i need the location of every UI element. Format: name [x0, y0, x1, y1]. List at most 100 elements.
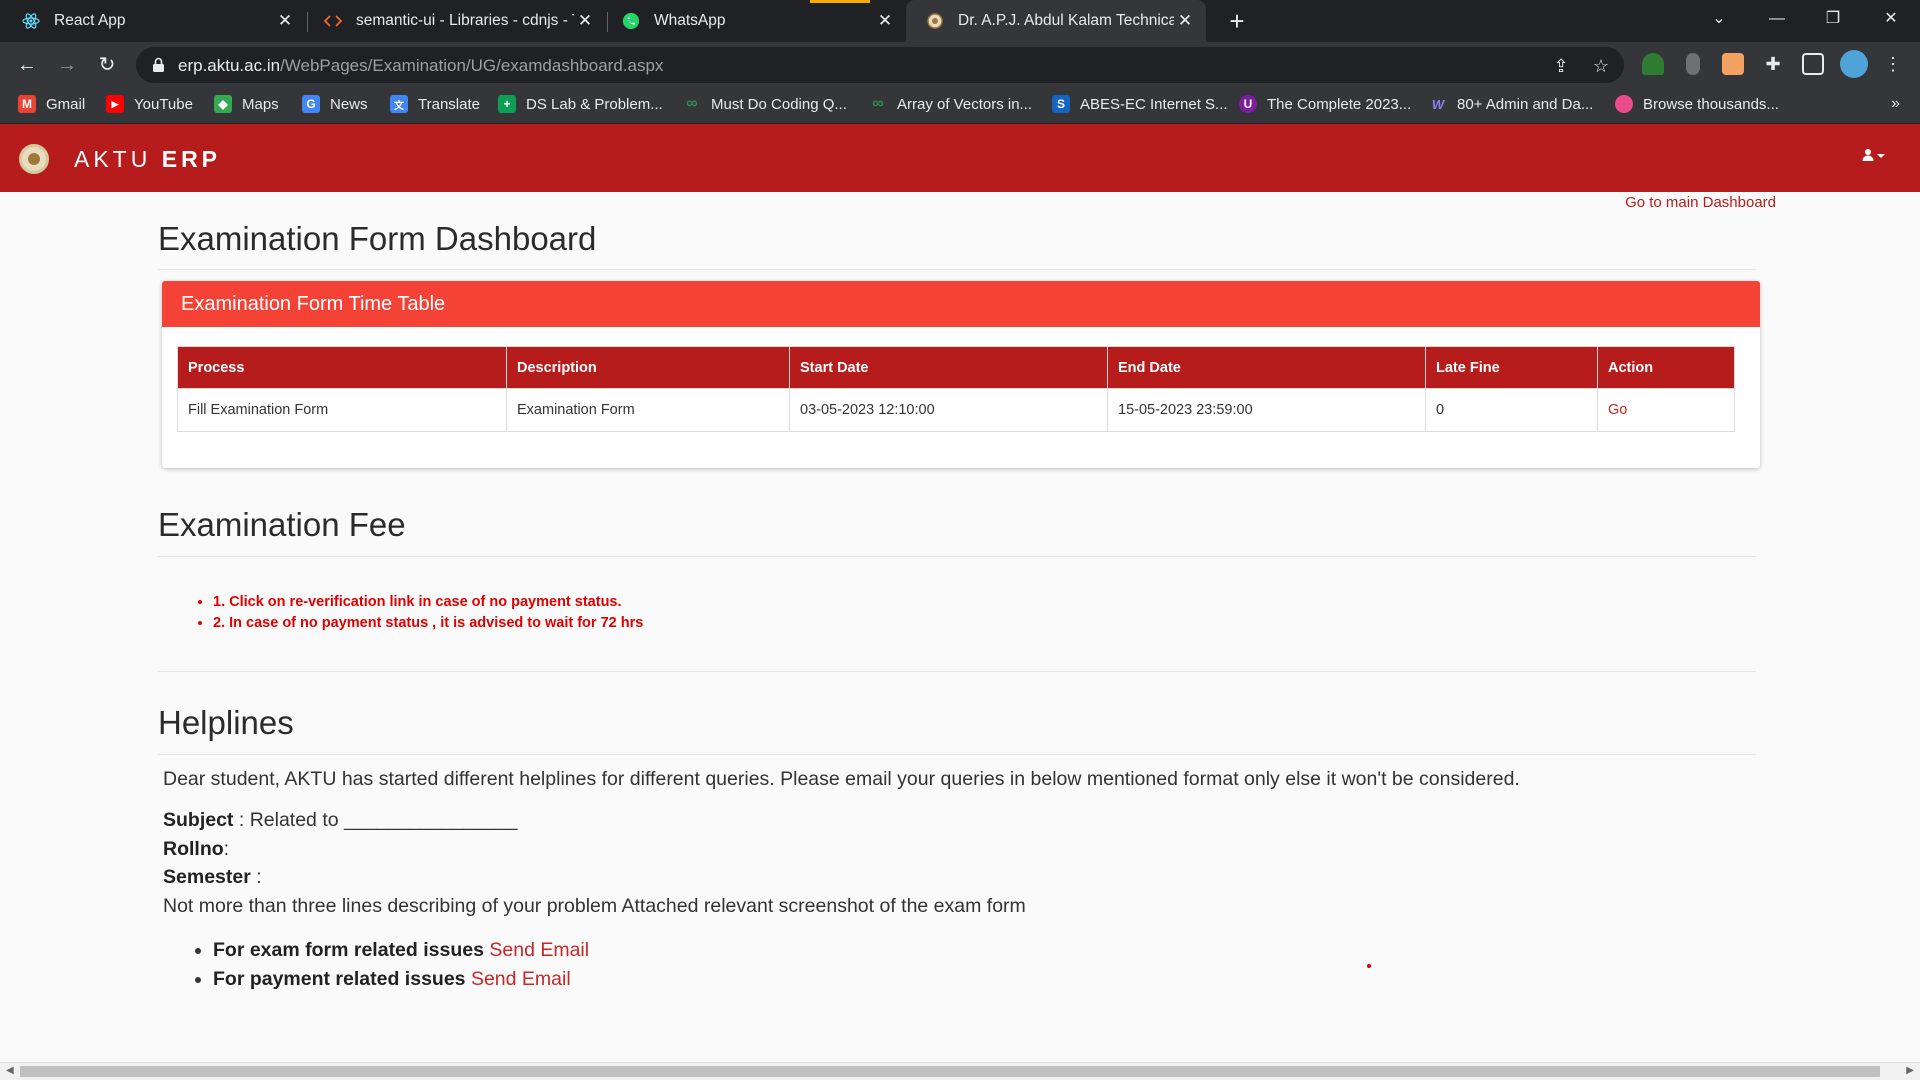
- dribbble-icon: [1615, 95, 1633, 113]
- process-cell: Fill Examination Form: [177, 388, 507, 432]
- gmail-icon: M: [18, 95, 36, 113]
- late-fine-cell: 0: [1425, 388, 1598, 432]
- youtube-icon: ▶: [106, 95, 124, 113]
- divider: [158, 556, 1756, 557]
- bookmark-browse-thousands[interactable]: Browse thousands...: [1615, 95, 1779, 113]
- bookmark-gmail[interactable]: M Gmail: [18, 95, 85, 113]
- bookmark-translate[interactable]: 文 Translate: [390, 95, 480, 113]
- fee-notes-list: 1. Click on re-verification link in case…: [213, 592, 643, 634]
- wrappixel-icon: W: [1431, 96, 1445, 112]
- divider: [158, 754, 1756, 755]
- send-email-link[interactable]: Send Email: [489, 939, 589, 961]
- bookmark-abes-ec[interactable]: S ABES-EC Internet S...: [1052, 95, 1228, 113]
- audio-playing-indicator: [810, 0, 870, 3]
- restore-icon[interactable]: ❐: [1808, 0, 1858, 38]
- list-item: For payment related issues Send Email: [213, 965, 589, 994]
- column-header: Process: [177, 346, 507, 389]
- extension-icon[interactable]: [1722, 53, 1744, 75]
- forward-icon[interactable]: →: [52, 50, 82, 80]
- column-header: Description: [506, 346, 790, 389]
- brand-title[interactable]: AKTU ERP: [74, 146, 221, 173]
- column-header: End Date: [1107, 346, 1426, 389]
- app-header: AKTU ERP: [0, 124, 1920, 192]
- geeksforgeeks-icon: ∞: [872, 95, 884, 112]
- user-menu-button[interactable]: [1862, 148, 1886, 166]
- close-tab-icon[interactable]: ✕: [1174, 11, 1196, 31]
- fee-note: 1. Click on re-verification link in case…: [213, 592, 643, 613]
- lock-icon[interactable]: [152, 57, 165, 78]
- aktu-logo: [19, 144, 49, 174]
- list-item: For exam form related issues Send Email: [213, 936, 589, 965]
- share-icon[interactable]: ⇪: [1550, 55, 1572, 77]
- column-header: Start Date: [789, 346, 1108, 389]
- fee-note: 2. In case of no payment status , it is …: [213, 613, 643, 634]
- translate-icon: 文: [390, 95, 408, 113]
- reload-icon[interactable]: ↻: [92, 50, 122, 80]
- fee-section-title: Examination Fee: [158, 506, 406, 543]
- bookmark-star-icon[interactable]: ☆: [1590, 55, 1612, 77]
- scrollbar-thumb[interactable]: [20, 1066, 1880, 1077]
- bookmark-admin-dashboards[interactable]: W 80+ Admin and Da...: [1429, 95, 1593, 113]
- scroll-left-icon[interactable]: ◀: [6, 1065, 14, 1076]
- more-bookmarks-icon[interactable]: »: [1891, 95, 1900, 113]
- puzzle-extensions-icon[interactable]: ✚: [1762, 53, 1784, 75]
- browser-tab-whatsapp[interactable]: WhatsApp ✕: [608, 0, 906, 42]
- bookmark-ds-lab[interactable]: + DS Lab & Problem...: [498, 95, 663, 113]
- description-line: Not more than three lines describing of …: [163, 895, 1026, 917]
- url-text[interactable]: erp.aktu.ac.in/WebPages/Examination/UG/e…: [178, 56, 663, 76]
- browser-tab-cdnjs[interactable]: semantic-ui - Libraries - cdnjs - T ✕: [308, 0, 606, 42]
- decorative-dot: [1367, 964, 1371, 968]
- tab-title: Dr. A.P.J. Abdul Kalam Technical U: [958, 12, 1174, 29]
- close-tab-icon[interactable]: ✕: [574, 11, 596, 31]
- close-window-icon[interactable]: ✕: [1866, 0, 1916, 38]
- minimize-icon[interactable]: —: [1752, 0, 1802, 38]
- sheets-icon: +: [498, 95, 516, 113]
- back-icon[interactable]: ←: [12, 50, 42, 80]
- browser-toolbar: ← → ↻ erp.aktu.ac.in/WebPages/Examinatio…: [0, 42, 1920, 88]
- react-icon: [22, 12, 40, 30]
- kebab-menu-icon[interactable]: ⋮: [1882, 53, 1904, 75]
- bookmark-must-do-coding[interactable]: ∞ Must Do Coding Q...: [683, 95, 847, 113]
- tree-extension-icon[interactable]: [1642, 53, 1664, 75]
- bookmarks-bar: M Gmail ▶ YouTube ◆ Maps G News 文 Translate +…: [0, 88, 1920, 124]
- divider: [158, 671, 1756, 672]
- browser-tab-aktu[interactable]: Dr. A.P.J. Abdul Kalam Technical U ✕: [906, 0, 1206, 42]
- abes-icon: S: [1052, 95, 1070, 113]
- bookmark-complete-2023[interactable]: U The Complete 2023...: [1239, 95, 1411, 113]
- browser-tab-react-app[interactable]: React App ✕: [0, 0, 306, 42]
- browser-tab-bar: React App ✕ semantic-ui - Libraries - cd…: [0, 0, 1920, 42]
- go-link[interactable]: Go: [1608, 402, 1627, 418]
- start-date-cell: 03-05-2023 12:10:00: [789, 388, 1108, 432]
- profile-avatar-icon[interactable]: [1840, 50, 1868, 78]
- tab-search-icon[interactable]: ⌄: [1694, 0, 1744, 38]
- bookmark-youtube[interactable]: ▶ YouTube: [106, 95, 193, 113]
- description-cell: Examination Form: [506, 388, 790, 432]
- scroll-right-icon[interactable]: ▶: [1906, 1065, 1914, 1076]
- extension-icon[interactable]: [1686, 53, 1700, 75]
- new-tab-icon[interactable]: +: [1222, 6, 1252, 36]
- helpline-list: For exam form related issues Send Email …: [213, 936, 589, 994]
- address-bar[interactable]: erp.aktu.ac.in/WebPages/Examination/UG/e…: [136, 47, 1624, 83]
- side-panel-icon[interactable]: [1802, 53, 1824, 75]
- main-dashboard-link[interactable]: Go to main Dashboard: [1625, 194, 1776, 211]
- bookmark-array-of-vectors[interactable]: ∞ Array of Vectors in...: [869, 95, 1032, 113]
- timetable-panel: Examination Form Time Table Process Desc…: [162, 281, 1760, 468]
- end-date-cell: 15-05-2023 23:59:00: [1107, 388, 1426, 432]
- bookmark-news[interactable]: G News: [302, 95, 368, 113]
- panel-title: Examination Form Time Table: [162, 281, 1760, 327]
- news-icon: G: [302, 95, 320, 113]
- bookmark-maps[interactable]: ◆ Maps: [214, 95, 279, 113]
- helplines-title: Helplines: [158, 704, 294, 741]
- whatsapp-icon: [622, 12, 640, 30]
- send-email-link[interactable]: Send Email: [471, 968, 571, 990]
- close-tab-icon[interactable]: ✕: [874, 11, 896, 31]
- rollno-line: Rollno:: [163, 838, 230, 860]
- divider: [158, 269, 1756, 270]
- table-row: Fill Examination Form Examination Form 0…: [177, 388, 1735, 432]
- tab-title: React App: [54, 12, 126, 29]
- horizontal-scrollbar[interactable]: ◀ ▶: [0, 1062, 1920, 1080]
- udemy-icon: U: [1239, 95, 1257, 113]
- timetable-table: Process Description Start Date End Date …: [177, 346, 1735, 432]
- action-cell: Go: [1597, 388, 1735, 432]
- close-tab-icon[interactable]: ✕: [274, 11, 296, 31]
